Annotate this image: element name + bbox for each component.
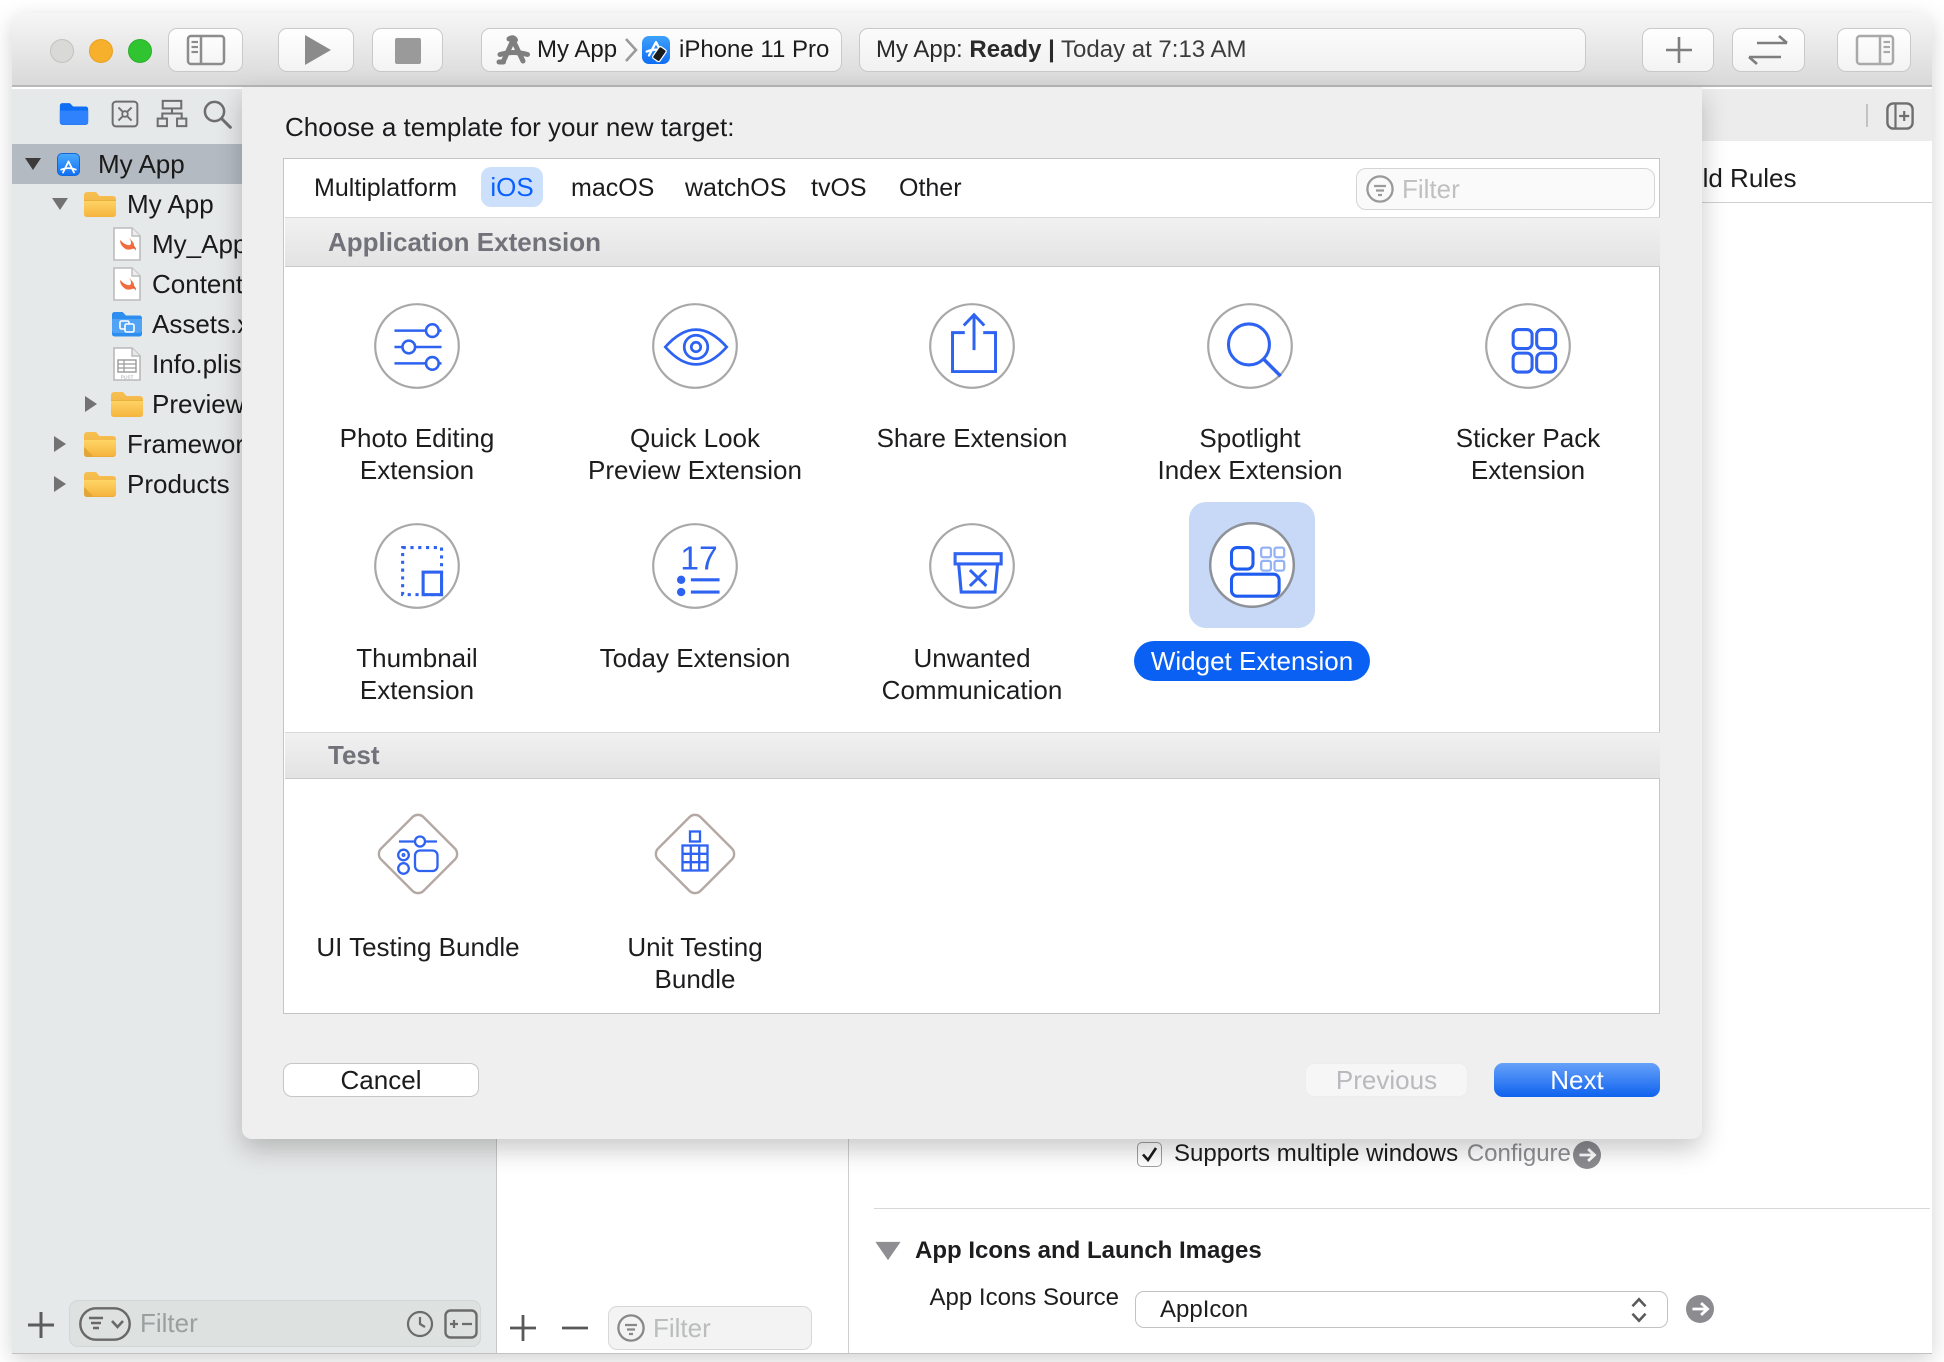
svg-text:PLIST: PLIST: [121, 375, 134, 380]
